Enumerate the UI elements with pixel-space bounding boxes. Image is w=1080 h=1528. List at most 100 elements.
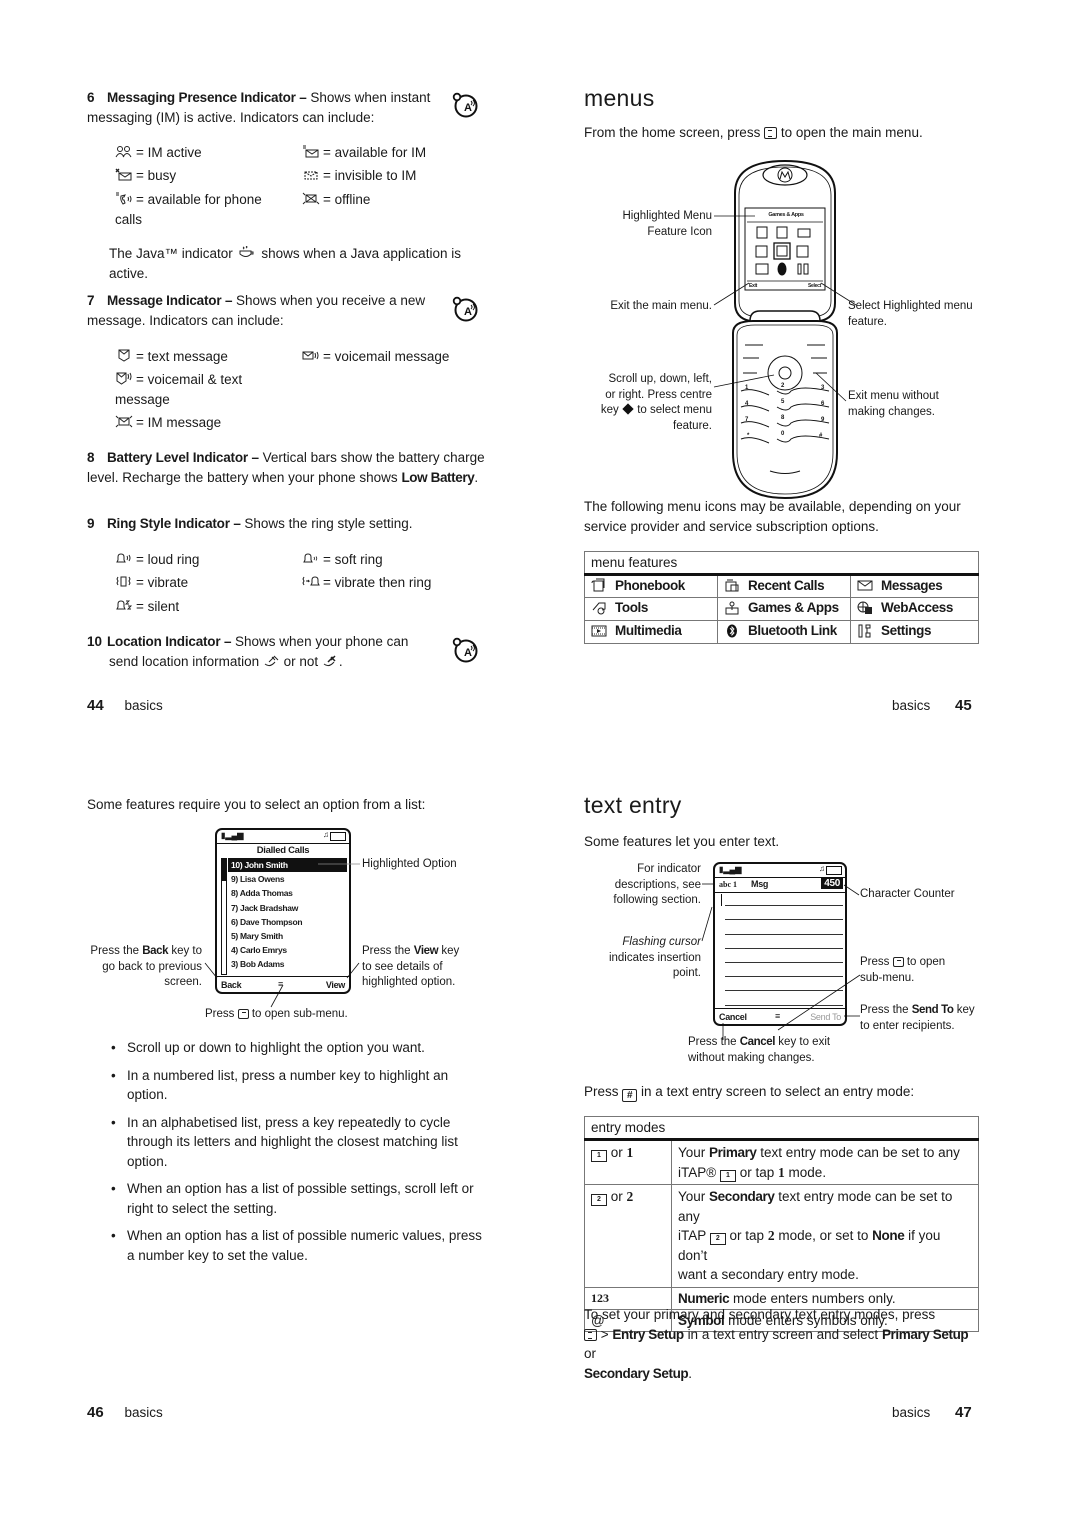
callout-text: without making changes. — [688, 1051, 815, 1064]
indicator-label: = invisible to IM — [323, 168, 417, 183]
indicator-vibrate-then-ring: = vibrate then ring — [302, 573, 431, 593]
item-text: Shows when your phone can — [235, 634, 409, 649]
indicator-invisible-to-im: = invisible to IM — [302, 166, 416, 186]
callout-text: highlighted option. — [362, 976, 456, 988]
signal-strength-icon: ▮▂▄▆ — [221, 831, 244, 840]
desc-emph: Numeric — [678, 1290, 730, 1306]
soft-ring-icon — [302, 551, 320, 564]
callout-text: key to — [171, 945, 202, 957]
item-text: . — [338, 653, 343, 669]
itap-primary-icon: 1 — [591, 1150, 607, 1162]
battery-icon — [826, 866, 842, 875]
desc-text: mode. — [788, 1164, 827, 1180]
text-part: or — [584, 1346, 597, 1361]
location-off-icon — [322, 653, 336, 666]
callout-text: to select menu — [637, 404, 712, 416]
menu-item-recent-calls: Recent Calls — [724, 577, 825, 593]
mode-key: 2 — [626, 1189, 634, 1204]
item-title: Messaging Presence Indicator – — [107, 90, 307, 105]
callout-text: screen. — [164, 976, 202, 988]
callout-emph: Cancel — [739, 1036, 776, 1048]
desc-text: iTAP® — [678, 1164, 717, 1180]
desc-text: Your — [678, 1145, 706, 1160]
network-feature-icon — [452, 637, 478, 663]
menu-item-label: Settings — [881, 623, 932, 639]
menu-item-label: WebAccess — [881, 600, 953, 616]
mode-text: 123 — [591, 1291, 609, 1305]
menu-item-settings: Settings — [857, 623, 931, 638]
callout-text: or right. Press centre — [605, 388, 712, 401]
callout-emph: Back — [142, 945, 169, 957]
java-indicator-note: The Java™ indicator shows when a Java ap… — [109, 244, 479, 283]
callout-exit-main-menu: Exit the main menu. — [610, 300, 712, 312]
callout-emph: Flashing cursor — [622, 936, 701, 948]
bullet-item: When an option has a list of possible nu… — [107, 1226, 487, 1265]
item-title: Location Indicator – — [107, 634, 232, 649]
games-apps-icon — [725, 601, 739, 615]
desc-text: or tap — [729, 1228, 765, 1243]
menu-item-label: Bluetooth Link — [748, 623, 837, 639]
item-number: 7 — [87, 293, 95, 308]
table-header: menu features — [584, 551, 979, 576]
callout-text: to open sub-menu. — [251, 1008, 348, 1020]
desc-text: Your — [678, 1189, 706, 1204]
menu-item-label: Games & Apps — [748, 600, 839, 616]
page-number: 46 — [87, 1404, 104, 1421]
java-note-text: shows when a Java application is — [261, 246, 461, 261]
callout-text: Press the — [362, 945, 411, 957]
mode-text: or — [610, 1189, 623, 1204]
item-title: Message Indicator – — [107, 293, 233, 308]
page-footer: 44 basics — [87, 697, 163, 714]
indicator-label: = silent — [136, 599, 180, 614]
indicator-label: = vibrate then ring — [323, 575, 432, 590]
page-number: 44 — [87, 697, 104, 714]
item-title: Ring Style Indicator – — [107, 516, 241, 531]
desc-emph: Primary — [709, 1145, 757, 1160]
callout-text: Press the — [860, 1004, 909, 1016]
text-part: > — [600, 1326, 609, 1342]
invisible-to-im-icon — [302, 167, 320, 180]
indicator-voicemail-message: = voicemail message — [302, 347, 449, 367]
java-note-text: active. — [109, 265, 149, 281]
webaccess-icon — [857, 601, 872, 614]
desc-text: iTAP — [678, 1228, 707, 1243]
indicator-label: = text message — [136, 349, 228, 364]
indicator-available-for-phone: = available for phone calls — [115, 190, 285, 229]
bullet-item: In an alphabetised list, press a key rep… — [107, 1113, 487, 1172]
item-number: 9 — [87, 516, 95, 531]
table-row: Phonebook Recent Calls Messages — [584, 574, 979, 598]
menu-icons-note: The following menu icons may be availabl… — [584, 499, 961, 534]
callout-emph: View — [413, 945, 439, 957]
desc-text: text entry mode can be set to any — [760, 1145, 960, 1160]
menu-item-label: Multimedia — [615, 623, 682, 639]
callout-select-highlighted: Select Highlighted menu feature. — [848, 299, 978, 330]
callout-text: key to exit — [778, 1036, 831, 1048]
indicator-available-for-im: = available for IM — [302, 143, 426, 163]
callout-emph: Send To — [911, 1004, 954, 1016]
indicator-busy: = busy — [115, 166, 176, 186]
mode-cell: 1 or 1 — [584, 1139, 672, 1185]
menu-item-label: Phonebook — [615, 577, 685, 593]
callout-text: key — [600, 404, 619, 416]
menu-item-messages: Messages — [857, 578, 943, 593]
description-cell: Your Primary text entry mode can be set … — [671, 1139, 979, 1185]
im-active-icon — [115, 144, 133, 158]
ring-style-icon: ♫ — [819, 864, 825, 873]
itap-secondary-icon: 2 — [591, 1194, 607, 1206]
table-row: Multimedia Bluetooth Link Settings — [584, 620, 979, 644]
section-name: basics — [124, 1405, 163, 1420]
indicator-label: = voicemail & text — [136, 372, 243, 387]
messages-icon — [857, 580, 873, 591]
item-6: 6 Messaging Presence Indicator – Shows wh… — [87, 88, 447, 127]
indicator-label-cont: message — [115, 391, 170, 407]
callout-text: to see details of — [362, 960, 443, 973]
signal-strength-icon: ▮▂▄▆ — [719, 865, 742, 874]
callout-text: go back to previous — [102, 960, 202, 973]
table-row: Tools Games & Apps WebAccess — [584, 597, 979, 621]
callout-text: Press — [205, 1008, 235, 1020]
menu-key-icon — [892, 957, 904, 967]
page-number: 47 — [955, 1404, 972, 1421]
callout-send-to: Press the Send To key to enter recipient… — [860, 1003, 975, 1034]
menu-item-label: Recent Calls — [748, 577, 825, 593]
callout-text: Scroll up, down, left, — [608, 373, 712, 385]
